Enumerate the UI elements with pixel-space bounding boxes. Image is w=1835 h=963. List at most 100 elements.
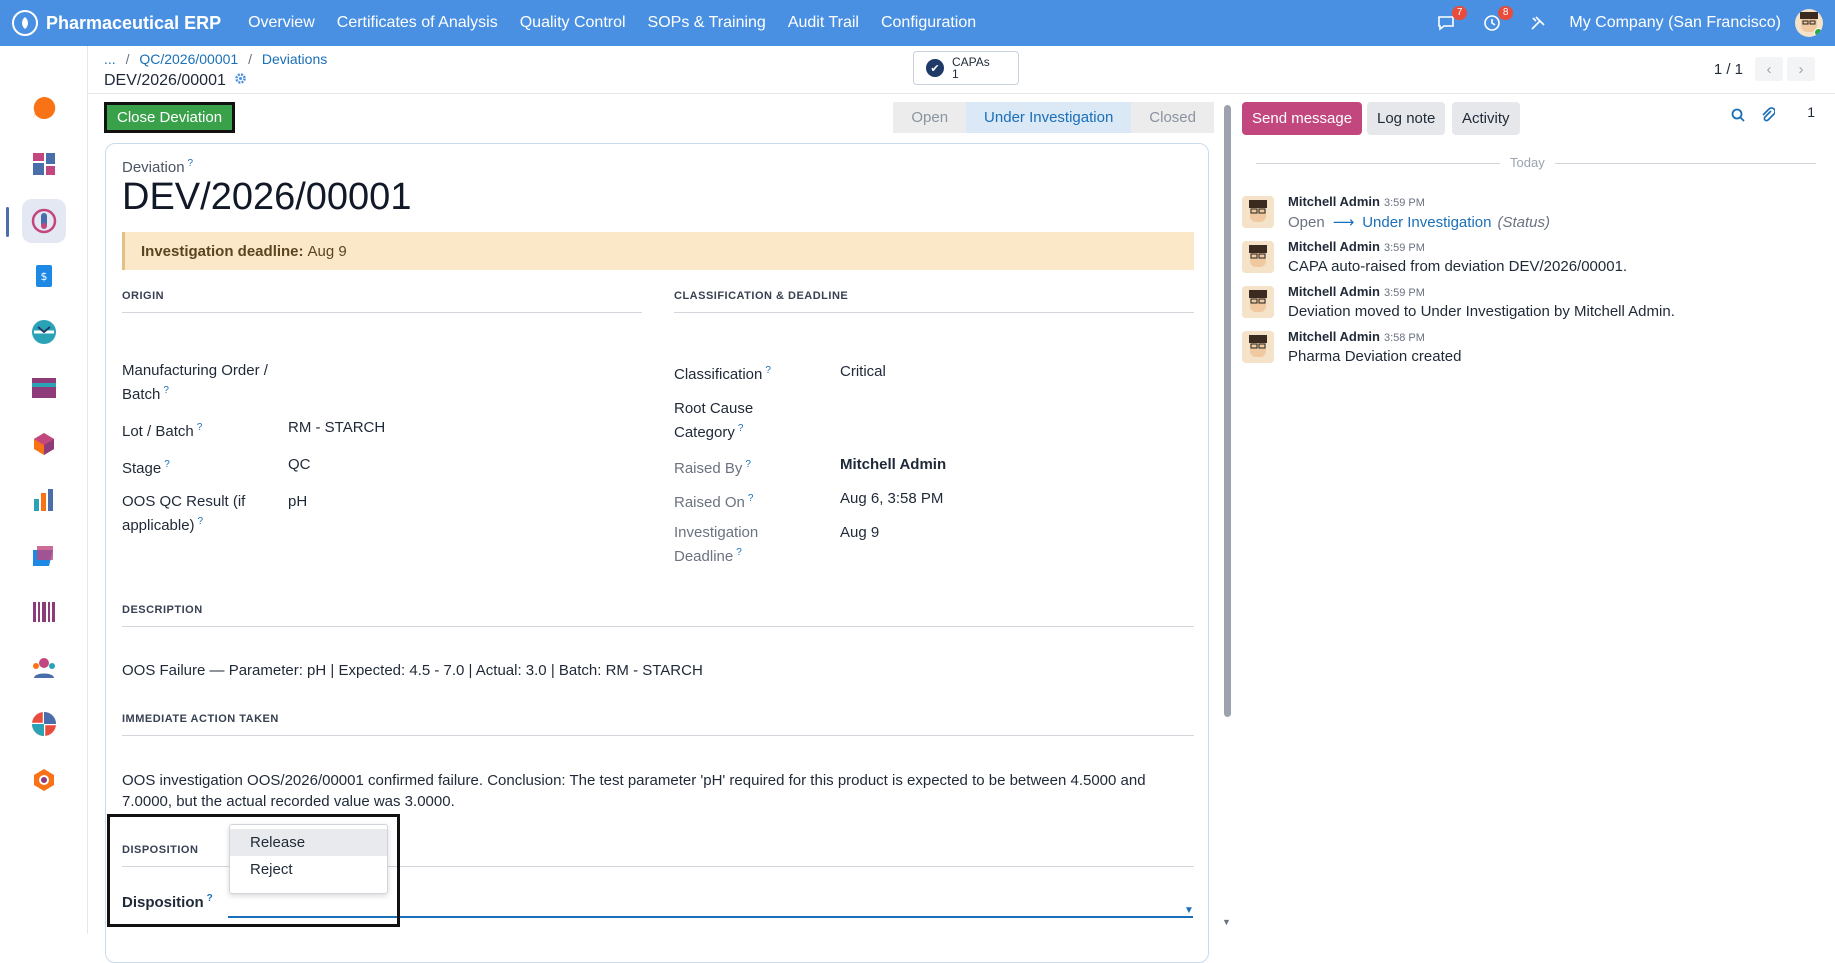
tools-icon[interactable] — [1527, 12, 1549, 34]
breadcrumb-more[interactable]: ... — [104, 51, 116, 67]
barcode-app-icon[interactable] — [22, 590, 66, 634]
help-icon[interactable]: ? — [745, 459, 751, 470]
raised-by-value[interactable]: Mitchell Admin — [840, 455, 946, 475]
option-reject[interactable]: Reject — [230, 856, 387, 883]
alert-label: Investigation deadline: — [141, 242, 304, 260]
author-name: Mitchell Admin — [1288, 284, 1380, 299]
help-icon[interactable]: ? — [188, 158, 194, 169]
planning-app-icon[interactable] — [22, 702, 66, 746]
current-record-name: DEV/2026/00001 — [104, 72, 226, 89]
divider — [122, 626, 1194, 627]
inventory-app-icon[interactable] — [22, 366, 66, 410]
message-author[interactable]: Mitchell Admin 3:59 PM — [1288, 194, 1425, 209]
avatar[interactable] — [1242, 196, 1274, 228]
manufacturing-app-icon[interactable] — [22, 310, 66, 354]
help-icon[interactable]: ? — [197, 422, 203, 433]
menu-configuration[interactable]: Configuration — [881, 14, 976, 32]
reporting-app-icon[interactable] — [22, 478, 66, 522]
divider — [122, 312, 642, 313]
breadcrumb-deviations[interactable]: Deviations — [262, 51, 327, 67]
avatar[interactable] — [1242, 331, 1274, 363]
investigation-deadline-label: Investigation Deadline? — [674, 523, 784, 567]
menu-sops-training[interactable]: SOPs & Training — [648, 14, 766, 32]
avatar[interactable] — [1242, 286, 1274, 318]
message-time: 3:59 PM — [1383, 197, 1425, 209]
top-navbar: Pharmaceutical ERP Overview Certificates… — [0, 0, 1835, 46]
dashboard-app-icon[interactable] — [22, 142, 66, 186]
message-author[interactable]: Mitchell Admin 3:58 PM — [1288, 329, 1425, 344]
option-release[interactable]: Release — [230, 829, 387, 856]
discuss-app-icon[interactable] — [22, 86, 66, 130]
status-from: Open — [1288, 214, 1325, 231]
origin-section-title: ORIGIN — [122, 290, 165, 302]
breadcrumb-qc-record[interactable]: QC/2026/00001 — [139, 51, 238, 67]
breadcrumb: ... / QC/2026/00001 / Deviations — [104, 51, 327, 67]
form-scrollbar[interactable] — [1222, 105, 1232, 717]
menu-certificates-of-analysis[interactable]: Certificates of Analysis — [337, 14, 498, 32]
pharma-quality-app-icon[interactable] — [22, 199, 66, 243]
documents-app-icon[interactable] — [22, 534, 66, 578]
menu-overview[interactable]: Overview — [248, 14, 315, 32]
arrow-right-icon: ⟶ — [1332, 214, 1355, 231]
message-time: 3:58 PM — [1383, 332, 1425, 344]
help-icon[interactable]: ? — [198, 516, 204, 527]
avatar[interactable] — [1242, 241, 1274, 273]
pager-value[interactable]: 1 / 1 — [1714, 61, 1743, 78]
description-text[interactable]: OOS Failure — Parameter: pH | Expected: … — [122, 660, 1194, 681]
immediate-action-text[interactable]: OOS investigation OOS/2026/00001 confirm… — [122, 770, 1194, 812]
invoicing-app-icon[interactable]: $ — [22, 254, 66, 298]
stage-under-investigation[interactable]: Under Investigation — [966, 102, 1132, 133]
company-switcher[interactable]: My Company (San Francisco) — [1569, 14, 1781, 32]
close-deviation-button[interactable]: Close Deviation — [104, 102, 236, 133]
help-icon[interactable]: ? — [738, 423, 744, 434]
capas-count: 1 — [952, 67, 959, 81]
main-menu: Overview Certificates of Analysis Qualit… — [237, 14, 987, 32]
stage-label: Stage? — [122, 455, 170, 479]
menu-audit-trail[interactable]: Audit Trail — [788, 14, 859, 32]
classification-section-title: CLASSIFICATION & DEADLINE — [674, 290, 849, 302]
activities-badge: 8 — [1497, 6, 1514, 20]
help-icon[interactable]: ? — [164, 459, 170, 470]
caret-down-icon[interactable]: ▼ — [1184, 905, 1194, 916]
oos-result-value[interactable]: pH — [288, 492, 307, 512]
products-app-icon[interactable] — [22, 422, 66, 466]
pager-previous-icon[interactable]: ‹ — [1755, 57, 1783, 81]
gear-icon[interactable] — [234, 72, 247, 90]
capas-smart-button[interactable]: ✔ CAPAs 1 — [913, 51, 1019, 85]
classification-value[interactable]: Critical — [840, 362, 886, 382]
record-title[interactable]: DEV/2026/00001 — [122, 176, 411, 219]
help-icon[interactable]: ? — [748, 493, 754, 504]
stage-open[interactable]: Open — [893, 102, 967, 133]
paperclip-icon[interactable] — [1761, 107, 1777, 126]
divider — [122, 735, 1194, 736]
menu-quality-control[interactable]: Quality Control — [520, 14, 626, 32]
activities-clock-icon[interactable]: 8 — [1481, 6, 1514, 34]
scrollbar-thumb[interactable] — [1224, 105, 1231, 717]
followers-button[interactable]: 1 — [1791, 104, 1815, 120]
scroll-down-icon[interactable]: ▼ — [1222, 917, 1231, 927]
search-icon[interactable] — [1731, 108, 1745, 125]
followers-count: 1 — [1807, 103, 1815, 120]
messages-icon[interactable]: 7 — [1435, 6, 1468, 34]
investigation-deadline-label-text: Investigation Deadline — [674, 524, 759, 565]
help-icon[interactable]: ? — [765, 365, 771, 376]
stage-value[interactable]: QC — [288, 455, 311, 475]
log-note-button[interactable]: Log note — [1367, 102, 1446, 135]
pager-next-icon[interactable]: › — [1787, 57, 1815, 81]
help-icon[interactable]: ? — [736, 547, 742, 558]
message-author[interactable]: Mitchell Admin 3:59 PM — [1288, 239, 1425, 254]
brand[interactable]: Pharmaceutical ERP — [12, 10, 221, 36]
activity-button[interactable]: Activity — [1452, 102, 1520, 135]
send-message-button[interactable]: Send message — [1242, 102, 1363, 135]
user-avatar[interactable] — [1795, 9, 1823, 37]
stage-closed[interactable]: Closed — [1131, 102, 1214, 133]
breadcrumb-separator: / — [125, 51, 130, 67]
employees-app-icon[interactable] — [22, 646, 66, 690]
model-label-text: Deviation — [122, 159, 185, 176]
help-icon[interactable]: ? — [163, 385, 169, 396]
message-body: Open ⟶ Under Investigation (Status) — [1288, 213, 1550, 231]
status-bar: Open Under Investigation Closed — [893, 102, 1214, 133]
lot-batch-value[interactable]: RM - STARCH — [288, 418, 385, 438]
settings-app-icon[interactable] — [22, 758, 66, 802]
message-author[interactable]: Mitchell Admin 3:59 PM — [1288, 284, 1425, 299]
